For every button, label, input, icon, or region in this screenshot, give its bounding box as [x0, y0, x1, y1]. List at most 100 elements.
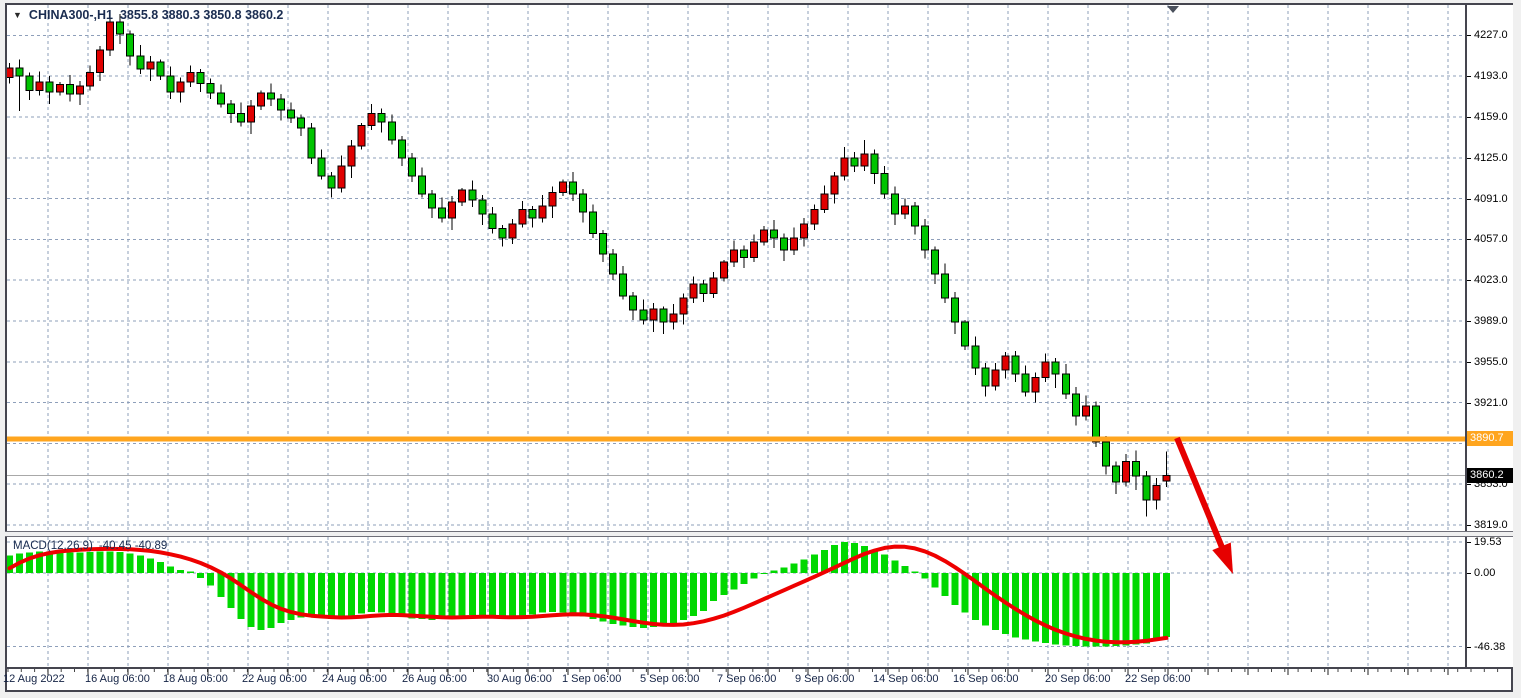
candle-body — [559, 182, 566, 193]
macd-bar — [539, 573, 546, 613]
macd-bar — [479, 573, 486, 616]
indicator-label: MACD(12,26,9)-40.45 -40.89 — [13, 540, 173, 552]
price-axis-label: 4091.0 — [1474, 193, 1508, 205]
candle-body — [479, 200, 486, 214]
candle-body — [288, 110, 295, 118]
macd-bar — [278, 573, 285, 623]
macd-bar — [1163, 573, 1170, 637]
candle-body — [640, 310, 647, 320]
macd-bar — [891, 560, 898, 573]
candle-body — [891, 194, 898, 214]
candle-body — [851, 158, 858, 166]
macd-bar — [509, 573, 516, 618]
macd-bar — [66, 552, 73, 573]
macd-bar — [861, 546, 868, 573]
time-axis[interactable]: 12 Aug 202216 Aug 06:0018 Aug 06:0022 Au… — [7, 669, 1511, 690]
axis-tick — [1467, 573, 1471, 574]
macd-bar — [730, 573, 737, 590]
candle-body — [831, 176, 838, 194]
macd-bar — [559, 573, 566, 613]
chart-title: ▼ CHINA300-,H1 3855.8 3880.3 3850.8 3860… — [13, 8, 283, 22]
price-axis-label: 3921.0 — [1474, 397, 1508, 409]
candle-body — [791, 238, 798, 250]
macd-bar — [670, 573, 677, 623]
candle-body — [157, 62, 164, 76]
macd-bar — [942, 573, 949, 596]
candle-body — [419, 176, 426, 194]
macd-indicator-chart[interactable] — [7, 537, 1465, 667]
axis-tick — [1467, 321, 1471, 322]
macd-bar — [1093, 573, 1100, 647]
price-axis-label: 3955.0 — [1474, 356, 1508, 368]
macd-bar — [247, 573, 254, 627]
candle-body — [358, 125, 365, 145]
time-axis-label: 7 Sep 06:00 — [717, 673, 776, 685]
candle-body — [378, 113, 385, 121]
time-axis-label: 1 Sep 06:00 — [562, 673, 621, 685]
candle-body — [439, 208, 446, 218]
candle-body — [187, 73, 194, 83]
macd-bar — [76, 553, 83, 573]
candle-body — [388, 122, 395, 140]
macd-bar — [137, 556, 144, 574]
candle-body — [680, 298, 687, 314]
macd-bar — [107, 551, 114, 573]
candle-body — [932, 250, 939, 274]
candle-body — [549, 193, 556, 206]
macd-bar — [429, 573, 436, 620]
candle-body — [972, 346, 979, 368]
macd-bar — [529, 573, 536, 614]
candle-body — [881, 173, 888, 193]
candle-body — [982, 368, 989, 386]
macd-bar — [680, 573, 687, 620]
macd-bar — [901, 566, 908, 573]
candle-body — [539, 206, 546, 218]
macd-bar — [1032, 573, 1039, 642]
macd-bar — [690, 573, 697, 616]
candle-body — [1022, 374, 1029, 392]
macd-bar — [197, 573, 204, 578]
axis-tick — [1467, 76, 1471, 77]
candle-body — [1143, 476, 1150, 500]
symbol-dropdown-icon[interactable]: ▼ — [13, 10, 22, 20]
macd-bar — [338, 573, 345, 618]
candle-body — [1082, 406, 1089, 416]
candle-body — [449, 202, 456, 218]
time-axis-label: 20 Sep 06:00 — [1045, 673, 1110, 685]
candle-body — [127, 34, 134, 56]
price-axis-label: 4193.0 — [1474, 70, 1508, 82]
candle-body — [710, 278, 717, 294]
macd-bar — [398, 573, 405, 617]
macd-bar — [801, 560, 808, 574]
axis-tick — [1467, 239, 1471, 240]
macd-bar — [590, 573, 597, 619]
candle-body — [610, 254, 617, 274]
candle-body — [700, 284, 707, 294]
candle-body — [247, 106, 254, 122]
candle-body — [730, 250, 737, 262]
macd-bar — [519, 573, 526, 616]
candle-body — [207, 83, 214, 93]
candle-body — [87, 73, 94, 86]
macd-bar — [710, 573, 717, 601]
price-axis-label: 4227.0 — [1474, 29, 1508, 41]
macd-bar — [378, 573, 385, 613]
macd-bar — [932, 573, 939, 587]
macd-bar — [952, 573, 959, 605]
indicator-values: -40.45 -40.89 — [99, 540, 167, 552]
panel-splitter[interactable] — [5, 531, 1513, 537]
macd-bar — [1143, 573, 1150, 644]
macd-bar — [207, 573, 214, 586]
candle-body — [1032, 377, 1039, 391]
candle-body — [217, 93, 224, 104]
macd-bar — [308, 573, 315, 617]
candle-body — [569, 182, 576, 194]
macd-bar — [1133, 573, 1140, 645]
macd-grid — [7, 537, 1465, 667]
macd-bar — [469, 573, 476, 615]
candle-body — [992, 370, 999, 386]
candlestick-chart[interactable] — [7, 5, 1465, 531]
time-axis-label: 18 Aug 06:00 — [163, 673, 228, 685]
price-axis[interactable]: 3890.7 3860.2 4227.04193.04159.04125.040… — [1467, 5, 1513, 667]
macd-bar — [720, 573, 727, 595]
